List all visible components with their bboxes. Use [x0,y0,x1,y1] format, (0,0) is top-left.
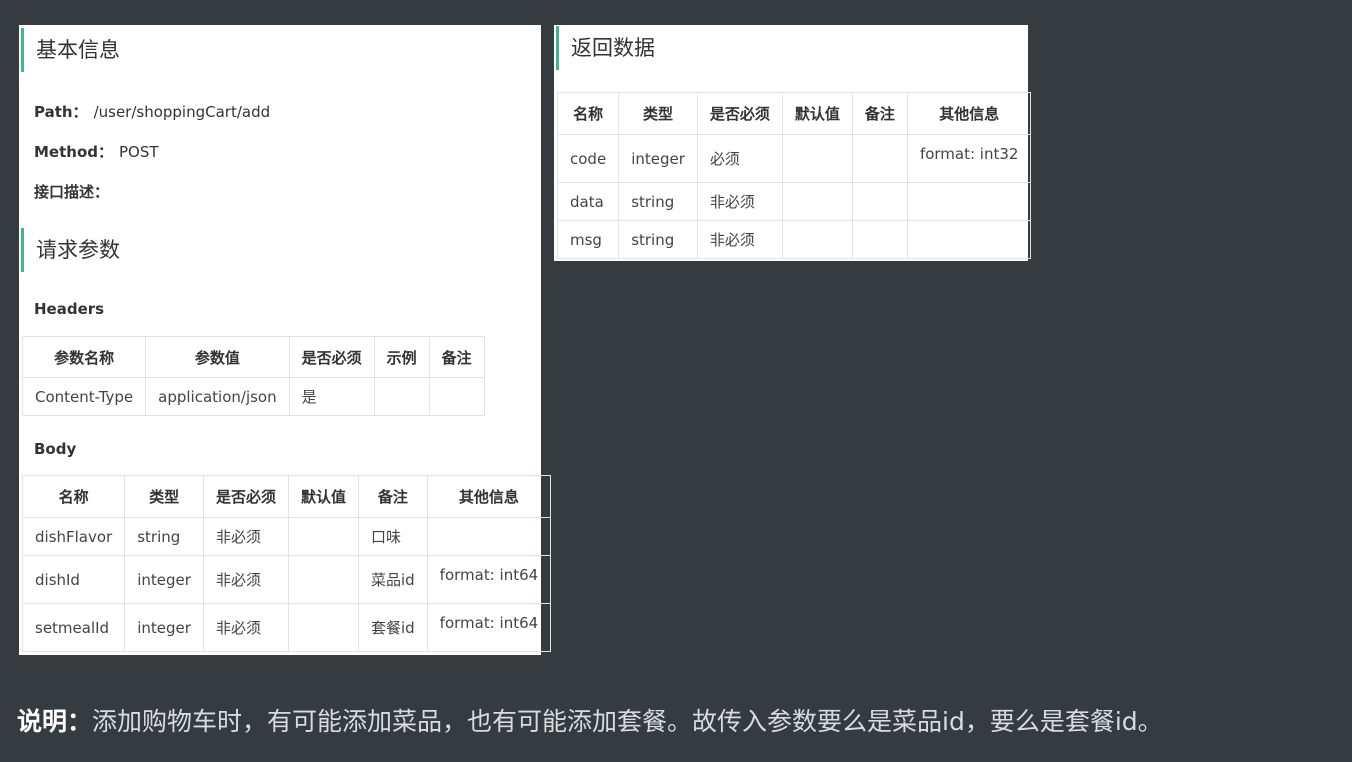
table-cell: dishFlavor [21,517,126,556]
col-header: 参数值 [145,336,290,378]
desc-row: 接口描述： [34,181,115,202]
table-cell [851,220,908,259]
table-cell [287,555,359,604]
table-cell [781,220,853,259]
explanation-note: 说明：添加购物车时，有可能添加菜品，也有可能添加套餐。故传入参数要么是菜品id，… [17,702,1163,738]
table-cell: 必须 [696,134,783,183]
body-header-row: 名称 类型 是否必须 默认值 备注 其他信息 [21,475,552,518]
col-header: 其他信息 [906,92,1032,135]
table-cell: code [556,134,620,183]
response-table: 名称 类型 是否必须 默认值 备注 其他信息 code integer 必须 f… [556,92,1032,259]
request-params-title: 请求参数 [21,228,120,272]
col-header: 名称 [556,92,620,135]
body-table: 名称 类型 是否必须 默认值 备注 其他信息 dishFlavor string… [21,475,552,652]
table-cell: string [124,517,204,556]
table-cell [428,377,485,416]
col-header: 示例 [373,336,430,378]
basic-info-title: 基本信息 [21,28,120,72]
table-row: data string 非必须 [556,182,1032,221]
table-row: code integer 必须 format: int32 [556,134,1032,183]
table-cell [373,377,430,416]
table-cell [287,517,359,556]
path-value: /user/shoppingCart/add [93,103,271,121]
table-cell: Content-Type [21,377,147,416]
table-row: dishId integer 非必须 菜品id format: int64 [21,555,552,604]
table-cell: string [618,182,698,221]
table-cell: 非必须 [696,220,783,259]
col-header: 名称 [21,475,126,518]
table-cell: integer [124,603,204,652]
col-header: 默认值 [781,92,853,135]
desc-label: 接口描述： [34,183,110,201]
col-header: 是否必须 [288,336,375,378]
table-cell [426,517,552,556]
path-row: Path： /user/shoppingCart/add [34,101,270,122]
table-cell: 套餐id [357,603,428,652]
response-header-row: 名称 类型 是否必须 默认值 备注 其他信息 [556,92,1032,135]
table-row: setmealId integer 非必须 套餐id format: int64 [21,603,552,652]
table-cell [851,134,908,183]
table-row: dishFlavor string 非必须 口味 [21,517,552,556]
table-cell [906,220,1032,259]
table-cell: 非必须 [202,517,289,556]
col-header: 是否必须 [696,92,783,135]
table-cell: 菜品id [357,555,428,604]
table-cell: data [556,182,620,221]
method-value: POST [119,143,159,161]
col-header: 类型 [124,475,204,518]
table-cell [781,134,853,183]
table-row: Content-Type application/json 是 [21,377,485,416]
col-header: 其他信息 [426,475,552,518]
api-doc-panel: 基本信息 Path： /user/shoppingCart/add Method：… [19,25,552,655]
col-header: 备注 [428,336,485,378]
table-cell [851,182,908,221]
col-header: 默认值 [287,475,359,518]
body-label: Body [34,440,77,458]
table-cell: 非必须 [202,603,289,652]
table-cell: format: int64 [426,555,552,604]
table-row: msg string 非必须 [556,220,1032,259]
table-cell: string [618,220,698,259]
table-cell: 非必须 [696,182,783,221]
table-cell: format: int32 [906,134,1032,183]
col-header: 备注 [357,475,428,518]
headers-header-row: 参数名称 参数值 是否必须 示例 备注 [21,336,485,378]
col-header: 备注 [851,92,908,135]
table-cell [906,182,1032,221]
table-cell: 非必须 [202,555,289,604]
table-cell: msg [556,220,620,259]
note-label: 说明： [17,707,93,736]
table-cell: 口味 [357,517,428,556]
col-header: 类型 [618,92,698,135]
method-label: Method： [34,143,113,161]
table-cell: setmealId [21,603,126,652]
table-cell: integer [124,555,204,604]
note-text: 添加购物车时，有可能添加菜品，也有可能添加套餐。故传入参数要么是菜品id，要么是… [92,707,1163,736]
headers-table: 参数名称 参数值 是否必须 示例 备注 Content-Type applica… [21,336,485,416]
method-row: Method： POST [34,141,159,162]
table-cell: 是 [288,377,375,416]
table-cell: integer [618,134,698,183]
table-cell: dishId [21,555,126,604]
response-data-title: 返回数据 [556,26,655,70]
col-header: 是否必须 [202,475,289,518]
table-cell: format: int64 [426,603,552,652]
table-cell [781,182,853,221]
headers-label: Headers [34,300,105,318]
response-panel: 返回数据 名称 类型 是否必须 默认值 备注 其他信息 code integer… [554,25,1032,261]
path-label: Path： [34,103,88,121]
table-cell [287,603,359,652]
table-cell: application/json [145,377,290,416]
col-header: 参数名称 [21,336,147,378]
